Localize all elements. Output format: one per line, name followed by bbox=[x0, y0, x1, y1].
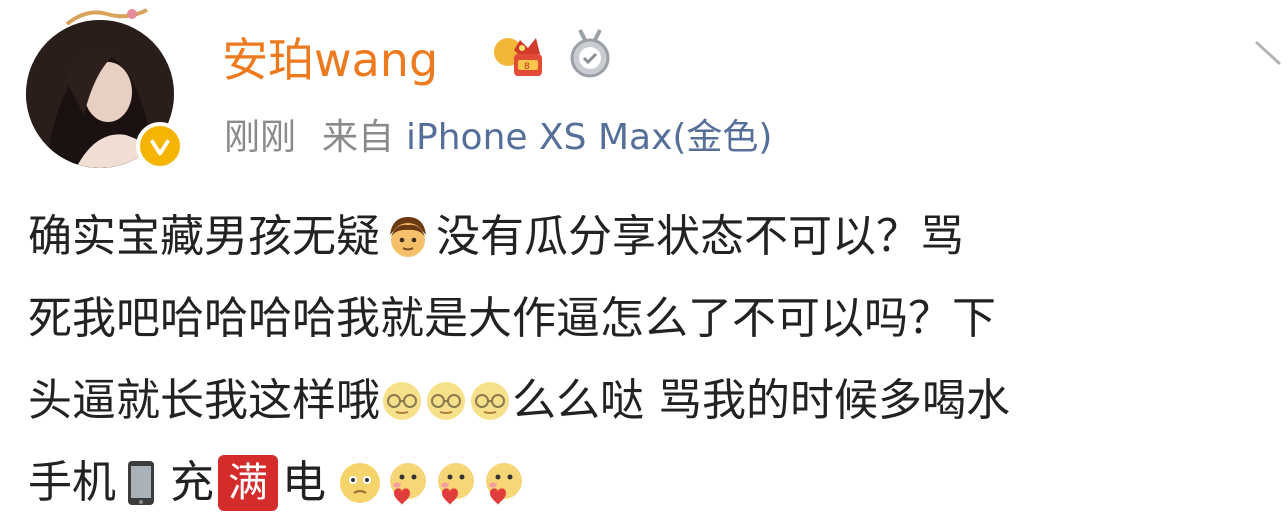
boy-emoji-icon bbox=[384, 213, 432, 261]
content-text: 么么哒 骂我的时候多喝水 bbox=[512, 375, 1010, 426]
content-line-4: 手机 充 满 电 bbox=[28, 442, 1288, 524]
content-text: 没有瓜分享状态不可以？骂 bbox=[436, 211, 964, 262]
username-link[interactable]: 安珀wang bbox=[222, 28, 438, 92]
content-line-1: 确实宝藏男孩无疑 没有瓜分享状态不可以？骂 bbox=[28, 196, 1288, 278]
content-text: 死我吧哈哈哈哈我就是大作逼怎么了不可以吗？下 bbox=[28, 293, 996, 344]
content-text: 确实宝藏男孩无疑 bbox=[28, 211, 380, 262]
nerd-glasses-emoji-icon bbox=[380, 379, 424, 423]
avatar-container[interactable] bbox=[22, 6, 192, 170]
heart-face-emoji-icon bbox=[384, 459, 432, 507]
post-content: 确实宝藏男孩无疑 没有瓜分享状态不可以？骂 死我吧哈哈哈哈我就是大作逼怎么了不可… bbox=[28, 196, 1288, 524]
medal-icon[interactable] bbox=[564, 28, 616, 80]
post-meta: 刚刚 来自 iPhone XS Max(金色) bbox=[224, 112, 772, 164]
svg-text:8: 8 bbox=[524, 62, 530, 72]
heart-face-emoji-icon bbox=[432, 459, 480, 507]
content-line-3: 头逼就长我这样哦 么么哒 骂我的时候多喝水 bbox=[28, 360, 1288, 442]
mobile-phone-icon bbox=[126, 459, 156, 507]
source-prefix: 来自 bbox=[322, 117, 395, 158]
post-time: 刚刚 bbox=[224, 117, 297, 158]
content-text: 手机 bbox=[28, 457, 116, 508]
chevron-down-icon[interactable] bbox=[1250, 34, 1286, 74]
content-line-2: 死我吧哈哈哈哈我就是大作逼怎么了不可以吗？下 bbox=[28, 278, 1288, 360]
full-badge: 满 bbox=[218, 455, 278, 511]
content-text: 充 bbox=[170, 457, 214, 508]
heart-face-emoji-icon bbox=[480, 459, 528, 507]
content-text: 电 bbox=[282, 457, 326, 508]
crown-vip-icon[interactable]: 8 bbox=[490, 30, 546, 86]
verified-badge-icon bbox=[136, 122, 184, 170]
content-text: 头逼就长我这样哦 bbox=[28, 375, 380, 426]
nerd-glasses-emoji-icon bbox=[424, 379, 468, 423]
pitiful-face-emoji-icon bbox=[336, 459, 384, 507]
device-source-link[interactable]: iPhone XS Max(金色) bbox=[406, 117, 772, 158]
nerd-glasses-emoji-icon bbox=[468, 379, 512, 423]
